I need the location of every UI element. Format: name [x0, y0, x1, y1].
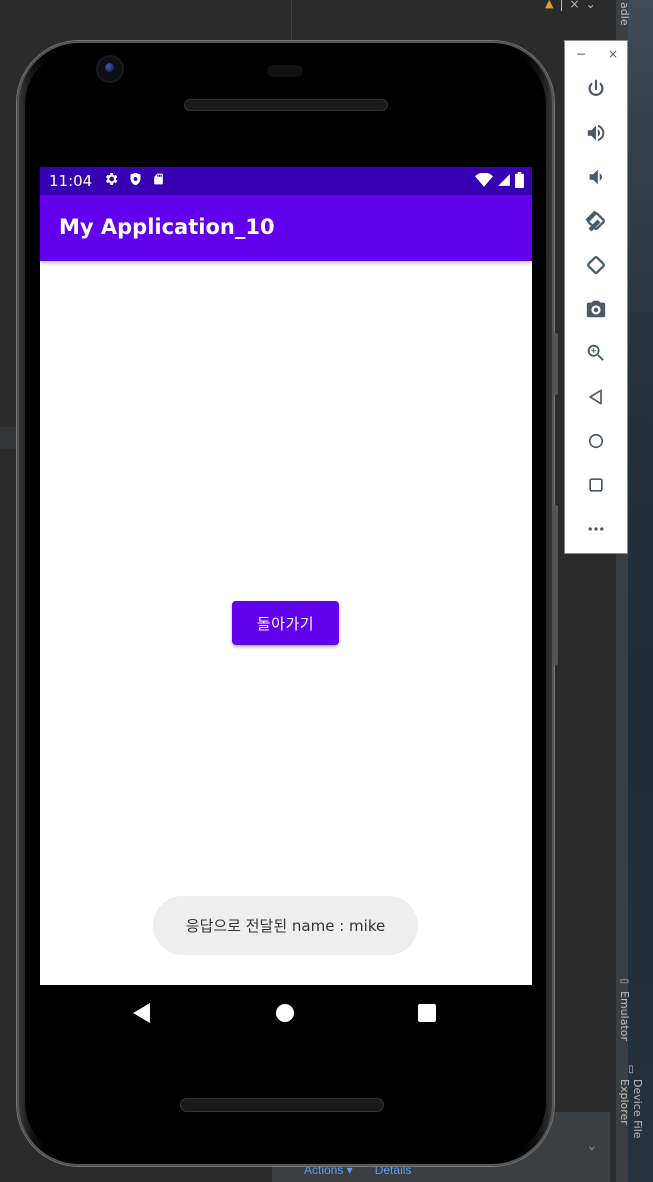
ide-divider	[291, 0, 292, 40]
home-icon	[588, 433, 604, 449]
tab-emulator-label: Emulator	[618, 991, 631, 1041]
app-title: My Application_10	[59, 215, 275, 239]
navigation-bar	[40, 985, 532, 1041]
emulator-home-button[interactable]	[581, 426, 611, 456]
power-icon	[588, 79, 604, 96]
back-icon	[589, 389, 602, 405]
zoom-button[interactable]	[581, 338, 611, 368]
nav-home-icon[interactable]	[276, 1004, 294, 1022]
volume-up-button[interactable]	[581, 118, 611, 148]
proximity-sensor	[267, 65, 303, 77]
ide-top-icons: ▲ | × ⌄	[545, 0, 596, 11]
rotate-right-icon	[587, 256, 605, 274]
tab-gradle[interactable]: adle	[618, 2, 631, 26]
battery-icon	[515, 172, 524, 188]
device-icon: ▯	[625, 1064, 637, 1075]
more-icon	[588, 527, 604, 531]
tab-emulator[interactable]: ▭ Emulator	[618, 976, 631, 1041]
emulator-overview-button[interactable]	[581, 470, 611, 500]
settings-gear-icon	[106, 173, 118, 185]
top-speaker-grille	[184, 99, 388, 111]
wifi-icon	[475, 173, 493, 187]
power-button[interactable]	[581, 74, 611, 104]
status-bar: 11:04	[40, 167, 532, 195]
tab-gradle-label: adle	[618, 2, 631, 26]
nav-back-icon[interactable]	[133, 1003, 150, 1023]
rotate-left-button[interactable]	[581, 206, 611, 236]
status-time: 11:04	[49, 172, 93, 190]
toast-text: 응답으로 전달된 name : mike	[185, 917, 386, 935]
bottom-speaker-grille	[180, 1098, 384, 1112]
emulator-window-controls: − ×	[565, 47, 629, 63]
volume-down-button[interactable]	[581, 162, 611, 192]
emulator-back-button[interactable]	[581, 382, 611, 412]
chevron-down-icon[interactable]: ⌄	[586, 1138, 598, 1154]
sd-card-icon	[154, 173, 163, 185]
emulator-more-button[interactable]	[581, 514, 611, 544]
close-icon[interactable]: ×	[570, 0, 580, 11]
emulator-icon: ▭	[619, 976, 630, 987]
tab-device-file-explorer-label: Device File Explorer	[618, 1079, 644, 1139]
rotate-right-button[interactable]	[581, 250, 611, 280]
toast-message: 응답으로 전달된 name : mike	[153, 896, 418, 955]
warning-icon[interactable]: ▲	[545, 0, 553, 11]
power-side-button	[553, 333, 558, 395]
status-system-icons	[475, 172, 524, 188]
ide-top-bar	[0, 0, 615, 40]
phone-screen: 11:04 My Application_10 돌아가기 응답으로 전달된 na…	[40, 167, 532, 985]
volume-up-icon	[587, 124, 605, 142]
minimize-icon[interactable]: −	[576, 47, 586, 63]
front-camera-icon	[98, 57, 122, 81]
tab-device-file-explorer[interactable]: ▯ Device File Explorer	[618, 1064, 644, 1182]
camera-icon	[586, 300, 606, 318]
emulator-toolbar: − ×	[564, 40, 628, 554]
separator: |	[559, 0, 564, 11]
app-bar: My Application_10	[40, 195, 532, 261]
volume-side-button	[553, 505, 558, 665]
zoom-icon	[587, 344, 604, 361]
volume-down-icon	[589, 169, 602, 185]
overview-icon	[589, 478, 603, 492]
chevron-down-icon[interactable]: ⌄	[586, 0, 596, 11]
cell-signal-icon	[498, 174, 510, 186]
go-back-button[interactable]: 돌아가기	[232, 601, 339, 645]
nav-recents-icon[interactable]	[418, 1004, 436, 1022]
shield-icon	[130, 172, 141, 186]
status-notification-icons	[103, 171, 165, 187]
rotate-left-icon	[585, 210, 605, 232]
desktop-background-edge	[628, 0, 653, 1182]
screenshot-button[interactable]	[581, 294, 611, 324]
close-icon[interactable]: ×	[608, 47, 618, 63]
